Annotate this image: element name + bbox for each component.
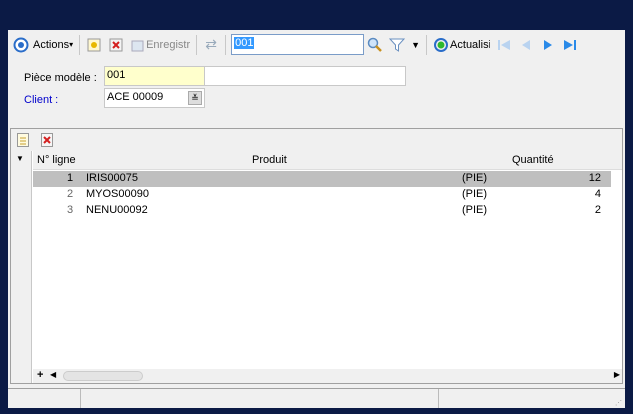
chevron-down-icon: ▼	[411, 39, 421, 50]
dropdown-arrow-icon: ▾	[69, 40, 74, 49]
column-chooser-icon[interactable]: ▼	[16, 154, 24, 163]
next-icon	[540, 37, 556, 53]
refresh-label: Actualisi	[450, 38, 491, 51]
client-select[interactable]: ACE 00009 ≚	[104, 88, 205, 108]
lines-grid: ▼ N° ligne Produit Quantité 1 IRIS00075 (P…	[10, 128, 623, 384]
horizontal-scrollbar[interactable]: + ◀ ▶	[33, 369, 622, 383]
client-label: Client :	[24, 94, 59, 106]
status-bar: ⋰	[8, 388, 625, 408]
product: NENU00092	[86, 204, 148, 216]
search-value: 001	[234, 37, 255, 49]
delete-line-icon[interactable]	[39, 132, 55, 148]
status-panel	[8, 389, 81, 408]
unit: (PIE)	[462, 172, 488, 184]
scroll-left-icon[interactable]: ◀	[50, 370, 56, 379]
save-label: Enregistr	[146, 38, 191, 51]
double-chevron-down-icon[interactable]: ≚	[188, 91, 202, 105]
add-row-button[interactable]: +	[37, 369, 43, 381]
filter-button[interactable]	[386, 34, 408, 56]
line-number: 3	[67, 204, 74, 216]
product: MYOS00090	[86, 188, 149, 200]
piece-label: Pièce modèle :	[24, 72, 97, 84]
search-icon	[367, 37, 383, 53]
first-record-button[interactable]	[493, 34, 515, 56]
delete-icon	[108, 37, 124, 53]
last-icon	[562, 37, 578, 53]
grid-toolbar	[11, 129, 622, 151]
new-button[interactable]	[83, 34, 105, 56]
search-button[interactable]	[364, 34, 386, 56]
column-header-line[interactable]: N° ligne	[37, 154, 76, 166]
unit: (PIE)	[462, 188, 488, 200]
column-header-quantity[interactable]: Quantité	[512, 154, 554, 166]
unit: (PIE)	[462, 204, 488, 216]
actions-icon	[13, 37, 29, 53]
toolbar: Actions ▾ Enregistr ⇄ 001 ▼ Actualisi	[8, 30, 625, 59]
piece-input[interactable]: 001	[104, 66, 205, 86]
row-header-column: ▼	[11, 151, 32, 383]
separator	[196, 34, 198, 55]
product: IRIS00075	[86, 172, 138, 184]
save-button[interactable]: Enregistr	[127, 34, 193, 56]
table-row[interactable]: 1 IRIS00075 (PIE) 12	[33, 171, 611, 187]
last-record-button[interactable]	[559, 34, 581, 56]
piece-value: 001	[107, 69, 126, 81]
actions-label: Actions	[33, 38, 70, 51]
separator	[225, 34, 227, 55]
piece-description-field[interactable]	[204, 66, 406, 86]
table-row[interactable]: 3 NENU00092 (PIE) 2	[33, 203, 611, 219]
sync-icon: ⇄	[205, 36, 217, 52]
line-number: 2	[67, 188, 74, 200]
line-number: 1	[67, 172, 74, 184]
add-line-icon[interactable]	[15, 132, 31, 148]
quantity: 4	[594, 188, 601, 200]
scrollbar-thumb[interactable]	[63, 371, 143, 381]
grid-header: N° ligne Produit Quantité	[33, 151, 622, 170]
separator	[426, 34, 428, 55]
filter-dropdown[interactable]: ▼	[408, 34, 423, 56]
previous-record-button[interactable]	[515, 34, 537, 56]
column-header-product[interactable]: Produit	[252, 154, 287, 166]
window: Actions ▾ Enregistr ⇄ 001 ▼ Actualisi Piè…	[8, 30, 625, 408]
status-divider	[438, 389, 439, 408]
previous-icon	[518, 37, 534, 53]
new-icon	[86, 37, 102, 53]
client-value: ACE 00009	[107, 91, 164, 103]
sync-button[interactable]: ⇄	[200, 34, 222, 56]
quantity: 2	[594, 204, 601, 216]
refresh-button[interactable]: Actualisi	[430, 34, 493, 56]
resize-grip-icon[interactable]: ⋰	[615, 399, 622, 407]
refresh-icon	[433, 37, 449, 53]
quantity: 12	[588, 172, 601, 184]
filter-icon	[389, 37, 406, 53]
actions-button[interactable]: Actions ▾	[10, 34, 76, 56]
search-input[interactable]: 001	[231, 34, 365, 55]
next-record-button[interactable]	[537, 34, 559, 56]
table-row[interactable]: 2 MYOS00090 (PIE) 4	[33, 187, 611, 203]
scroll-right-icon[interactable]: ▶	[614, 370, 620, 379]
separator	[79, 34, 81, 55]
first-icon	[496, 37, 512, 53]
save-icon	[130, 37, 146, 53]
delete-button[interactable]	[105, 34, 127, 56]
